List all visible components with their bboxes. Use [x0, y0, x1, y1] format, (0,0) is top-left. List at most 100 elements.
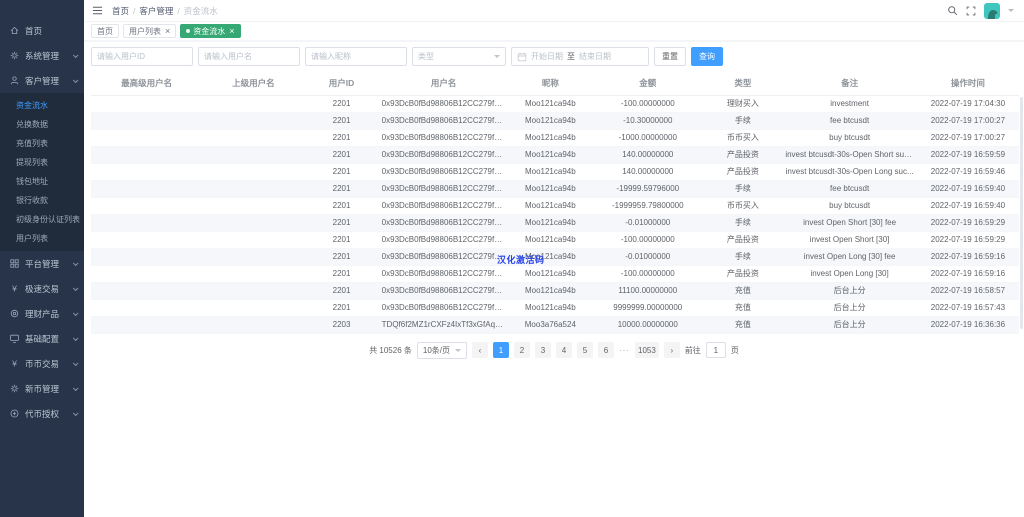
next-page-button[interactable]: › [664, 342, 680, 358]
table-cell: 理财买入 [703, 95, 782, 112]
page-button-6[interactable]: 6 [598, 342, 614, 358]
table-cell: 2201 [304, 231, 378, 248]
page-button-5[interactable]: 5 [577, 342, 593, 358]
date-end-placeholder: 结束日期 [579, 51, 611, 62]
table-cell: 手续 [703, 180, 782, 197]
page-button-3[interactable]: 3 [535, 342, 551, 358]
sidebar-item-basic-config[interactable]: 基础配置 [0, 326, 84, 351]
table-cell: 10000.00000000 [592, 316, 703, 333]
avatar[interactable] [984, 3, 1000, 19]
tab-fund-flow[interactable]: 资金流水× [180, 24, 240, 38]
breadcrumb: 首页 / 客户管理 / 资金流水 [112, 5, 218, 17]
table-cell: Moo121ca94b [509, 112, 593, 129]
table-row: 22010x93DcB0fBd98806B12CC279f5d...Moo121… [91, 265, 1019, 282]
sidebar-item-new-coin-management[interactable]: 新币管理 [0, 376, 84, 401]
user-id-input[interactable] [91, 47, 193, 66]
table-cell: -0.01000000 [592, 248, 703, 265]
table-cell: 2201 [304, 248, 378, 265]
reset-button[interactable]: 重置 [654, 47, 686, 66]
sidebar-item-system-management[interactable]: 系统管理 [0, 43, 84, 68]
sidebar-item-platform-management[interactable]: 平台管理 [0, 251, 84, 276]
filter-bar: 类型 开始日期 至 结束日期 重置 查询 [84, 42, 1024, 70]
sidebar-subitem-deposit-list[interactable]: 充值列表 [0, 134, 84, 153]
table-cell: Moo121ca94b [509, 214, 593, 231]
sidebar-item-customer-management[interactable]: 客户管理 [0, 68, 84, 93]
table-cell [91, 282, 202, 299]
table-cell: 0x93DcB0fBd98806B12CC279f5d... [379, 299, 509, 316]
table-cell: 2022-07-19 16:59:40 [917, 180, 1019, 197]
table-cell [202, 299, 304, 316]
search-button[interactable]: 查询 [691, 47, 723, 66]
date-range-picker[interactable]: 开始日期 至 结束日期 [511, 47, 649, 66]
username-input[interactable] [198, 47, 300, 66]
chevron-down-icon [73, 335, 79, 341]
menu-toggle-icon[interactable] [92, 5, 103, 16]
table-cell [202, 265, 304, 282]
sidebar-item-home[interactable]: 首页 [0, 18, 84, 43]
table-cell: fee btcusdt [782, 180, 917, 197]
table-row: 22010x93DcB0fBd98806B12CC279f5d...Moo121… [91, 95, 1019, 112]
page-button-2[interactable]: 2 [514, 342, 530, 358]
table-cell: 2022-07-19 16:57:43 [917, 299, 1019, 316]
tab-user-list[interactable]: 用户列表× [123, 24, 176, 38]
main-area: 首页 / 客户管理 / 资金流水 首页用户列表×资金流水× [84, 0, 1024, 517]
table-scrollbar[interactable] [1020, 97, 1023, 329]
close-icon[interactable]: × [165, 27, 170, 36]
pagination-ellipsis: ··· [619, 346, 630, 355]
close-icon[interactable]: × [229, 27, 234, 36]
breadcrumb-item-home[interactable]: 首页 [112, 5, 129, 17]
sidebar-subitem-withdraw-list[interactable]: 提现列表 [0, 153, 84, 172]
table-cell [91, 180, 202, 197]
search-icon[interactable] [947, 5, 958, 16]
sidebar-item-token-authorization[interactable]: 代币授权 [0, 401, 84, 426]
nickname-input[interactable] [305, 47, 407, 66]
table-cell: 0x93DcB0fBd98806B12CC279f5d... [379, 282, 509, 299]
breadcrumb-item-customer-management[interactable]: 客户管理 [139, 5, 173, 17]
table-cell: 2201 [304, 180, 378, 197]
table-cell [91, 112, 202, 129]
table-cell: 2022-07-19 16:59:29 [917, 231, 1019, 248]
currency-icon: ¥ [9, 358, 20, 369]
fullscreen-icon[interactable] [966, 6, 976, 16]
type-select[interactable]: 类型 [412, 47, 506, 66]
sidebar-item-label: 系统管理 [25, 50, 71, 62]
table-cell [91, 95, 202, 112]
table-cell: invest Open Short [30] fee [782, 214, 917, 231]
table-row: 22010x93DcB0fBd98806B12CC279f5d...Moo121… [91, 129, 1019, 146]
sidebar-subitem-wallet-address[interactable]: 钱包地址 [0, 172, 84, 191]
sidebar-item-fast-trade[interactable]: ¥极速交易 [0, 276, 84, 301]
sidebar-item-wealth-products[interactable]: 理财产品 [0, 301, 84, 326]
page-size-select[interactable]: 10条/页 [417, 342, 467, 359]
table-row: 22010x93DcB0fBd98806B12CC279f5d...Moo121… [91, 146, 1019, 163]
table-cell [91, 316, 202, 333]
goto-prefix-label: 前往 [685, 345, 701, 356]
sidebar-subitem-bank-collection[interactable]: 银行收款 [0, 191, 84, 210]
column-header: 昵称 [509, 72, 593, 95]
sidebar-subitem-fund-flow[interactable]: 资金流水 [0, 96, 84, 115]
chevron-down-icon[interactable] [1008, 9, 1014, 12]
table-cell: 2201 [304, 282, 378, 299]
table-cell: 充值 [703, 299, 782, 316]
table-cell: 2022-07-19 16:59:40 [917, 197, 1019, 214]
sidebar-subitem-exchange-data[interactable]: 兑换数据 [0, 115, 84, 134]
sidebar-subitem-primary-kyc-list[interactable]: 初级身份认证列表 [0, 210, 84, 229]
chevron-down-icon [73, 260, 79, 266]
chevron-down-icon [73, 385, 79, 391]
table-cell: 手续 [703, 112, 782, 129]
page-button-4[interactable]: 4 [556, 342, 572, 358]
prev-page-button[interactable]: ‹ [472, 342, 488, 358]
table-cell: 9999999.00000000 [592, 299, 703, 316]
table-cell: 手续 [703, 214, 782, 231]
table-cell: 币币买入 [703, 129, 782, 146]
tab-home[interactable]: 首页 [91, 24, 119, 38]
page-button-1[interactable]: 1 [493, 342, 509, 358]
table-cell [91, 299, 202, 316]
page-button-1053[interactable]: 1053 [635, 342, 659, 358]
sidebar-subitem-user-list[interactable]: 用户列表 [0, 229, 84, 248]
monitor-icon [9, 333, 20, 344]
table-row: 22010x93DcB0fBd98806B12CC279f5d...Moo121… [91, 248, 1019, 265]
goto-page-input[interactable] [706, 342, 726, 358]
sidebar-item-coin-trade[interactable]: ¥币币交易 [0, 351, 84, 376]
table-cell [202, 163, 304, 180]
table-cell: 后台上分 [782, 299, 917, 316]
